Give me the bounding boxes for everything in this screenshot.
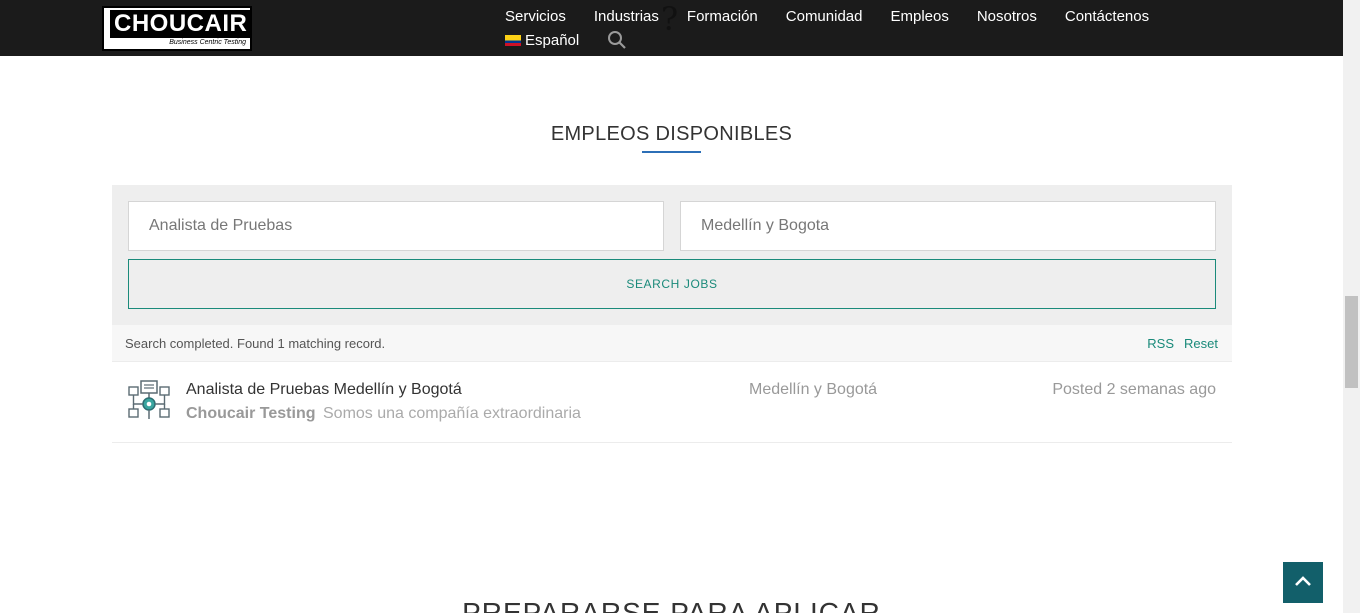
reset-link[interactable]: Reset	[1184, 336, 1218, 351]
language-label: Español	[525, 31, 580, 49]
job-tagline: Somos una compañía extraordinaria	[323, 405, 581, 422]
status-links: RSS Reset	[1137, 336, 1218, 351]
title-underline	[642, 151, 701, 153]
logo-tagline: Business Centric Testing	[169, 39, 246, 46]
section-title: EMPLEOS DISPONIBLES	[550, 123, 793, 145]
nav-item-servicios[interactable]: Servicios	[505, 8, 566, 25]
search-status-text: Search completed. Found 1 matching recor…	[125, 336, 386, 351]
scrollbar-thumb[interactable]	[1345, 296, 1358, 388]
nav-item-comunidad[interactable]: Comunidad	[786, 8, 863, 25]
chevron-up-icon	[1295, 576, 1311, 586]
nav-item-formacion[interactable]: Formación	[687, 8, 758, 25]
nav-item-empleos[interactable]: Empleos	[890, 8, 948, 25]
main-nav: Servicios Industrias Formación Comunidad…	[505, 6, 1177, 52]
job-listing-row[interactable]: Analista de Pruebas Medellín y Bogotá Ch…	[112, 363, 1232, 443]
network-diagram-icon	[128, 380, 170, 419]
job-search-panel: Analista de Pruebas Medellín y Bogota SE…	[112, 185, 1232, 325]
search-status-bar: Search completed. Found 1 matching recor…	[112, 325, 1232, 362]
job-posted-date: Posted 2 semanas ago	[1052, 381, 1216, 398]
nav-item-contactenos[interactable]: Contáctenos	[1065, 8, 1149, 25]
search-jobs-button[interactable]: SEARCH JOBS	[128, 259, 1216, 309]
logo-text: CHOUCAIR	[110, 10, 252, 38]
language-selector[interactable]: Español	[505, 32, 579, 49]
keyword-input[interactable]: Analista de Pruebas	[128, 201, 664, 251]
job-company: Choucair Testing	[186, 405, 316, 422]
next-section-title: PREPARARSE PARA APLICAR	[462, 597, 881, 613]
search-icon[interactable]	[607, 30, 627, 50]
job-title[interactable]: Analista de Pruebas Medellín y Bogotá	[186, 381, 462, 399]
nav-item-industrias[interactable]: Industrias	[594, 8, 659, 25]
cursor-overlay-glyph: ?	[661, 0, 679, 38]
back-to-top-button[interactable]	[1283, 562, 1323, 603]
rss-link[interactable]: RSS	[1147, 336, 1174, 351]
choucair-logo[interactable]: CHOUCAIR Business Centric Testing	[102, 6, 252, 51]
nav-item-nosotros[interactable]: Nosotros	[977, 8, 1037, 25]
colombia-flag-icon	[505, 34, 521, 46]
job-location: Medellín y Bogotá	[749, 381, 878, 398]
location-input[interactable]: Medellín y Bogota	[680, 201, 1216, 251]
